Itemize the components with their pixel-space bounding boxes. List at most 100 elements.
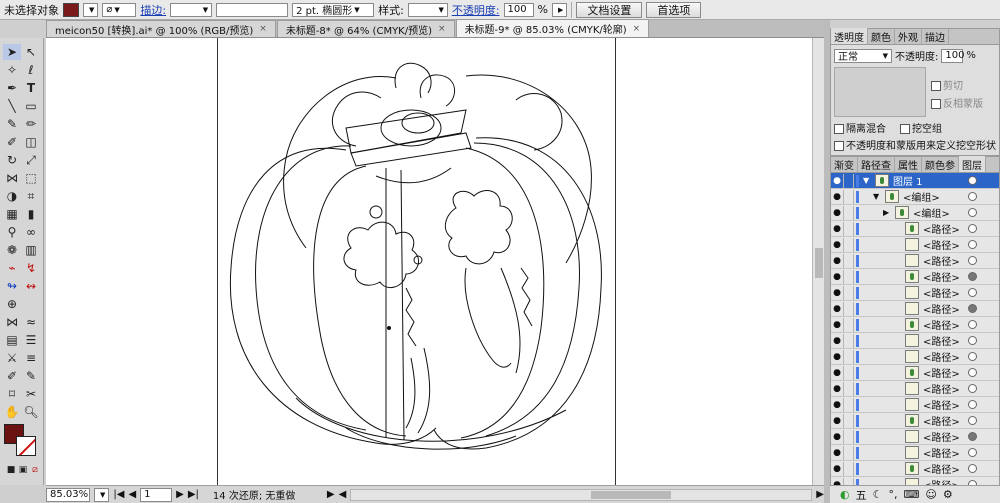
envelope-tool-icon[interactable]: ⋈: [3, 314, 21, 330]
path-row[interactable]: ● <路径>: [831, 461, 999, 477]
disclosure-triangle-icon[interactable]: ▼: [863, 176, 871, 185]
scissors-tool-icon[interactable]: ✂: [22, 386, 40, 402]
tab-pathfinder[interactable]: 路径查: [858, 157, 895, 172]
visibility-eye-icon[interactable]: ●: [831, 240, 843, 250]
eraser-tool-icon[interactable]: ◫: [22, 134, 40, 150]
visibility-eye-icon[interactable]: ●: [831, 400, 843, 410]
zoom-field[interactable]: 85.03%: [46, 487, 90, 502]
stroke-link[interactable]: 描边:: [140, 2, 166, 18]
status-arrow-icon[interactable]: ▶: [327, 489, 335, 500]
rotate-tool-icon[interactable]: ↻: [3, 152, 21, 168]
lock-toggle[interactable]: [843, 269, 854, 284]
tab-color-guide[interactable]: 颜色参: [922, 157, 959, 172]
lock-toggle[interactable]: [843, 173, 854, 188]
tab-color[interactable]: 颜色: [868, 29, 895, 44]
crop-tool-icon[interactable]: ⌑: [3, 386, 21, 402]
disclosure-triangle-icon[interactable]: ▶: [883, 208, 891, 217]
hand-tool-icon[interactable]: ↬: [3, 278, 21, 294]
isolate-blend-checkbox[interactable]: [834, 124, 844, 134]
visibility-eye-icon[interactable]: ●: [831, 288, 843, 298]
visibility-eye-icon[interactable]: ●: [831, 176, 843, 186]
path-row[interactable]: ● <路径>: [831, 285, 999, 301]
tab-meicon50[interactable]: meicon50 [转换].ai* @ 100% (RGB/预览) ×: [46, 20, 276, 37]
style-dropdown[interactable]: ▼: [407, 2, 448, 17]
knockout-group-option[interactable]: 挖空组: [900, 120, 942, 135]
path-row[interactable]: ● <路径>: [831, 349, 999, 365]
document-canvas[interactable]: [46, 38, 824, 485]
opacity-arrow[interactable]: ▶: [552, 2, 568, 17]
layer-row[interactable]: ● ▼ 图层 1: [831, 173, 999, 189]
target-circle-icon[interactable]: [968, 240, 977, 249]
target-circle-icon[interactable]: [968, 176, 977, 185]
lock-toggle[interactable]: [843, 413, 854, 428]
lock-toggle[interactable]: [843, 429, 854, 444]
path-row[interactable]: ● <路径>: [831, 237, 999, 253]
shape-builder-tool-icon[interactable]: ◑: [3, 188, 21, 204]
path-row[interactable]: ● <路径>: [831, 301, 999, 317]
target-circle-icon[interactable]: [968, 208, 977, 217]
target-circle-icon[interactable]: [968, 288, 977, 297]
crosshair-tool-icon[interactable]: ⊕: [3, 296, 21, 312]
moon-icon[interactable]: ☾: [873, 488, 883, 501]
slice-tool-icon[interactable]: ↯: [22, 260, 40, 276]
mesh-tool-icon[interactable]: ▦: [3, 206, 21, 222]
invert-mask-option[interactable]: 反相蒙版: [931, 95, 983, 110]
perspective-grid-tool-icon[interactable]: ⌗: [22, 188, 40, 204]
variable-width-dropdown[interactable]: [216, 2, 289, 17]
visibility-eye-icon[interactable]: ●: [831, 416, 843, 426]
clip-checkbox[interactable]: [931, 81, 941, 91]
visibility-eye-icon[interactable]: ●: [831, 192, 843, 202]
tab-gradient[interactable]: 渐变: [831, 157, 858, 172]
pepper-outline-artwork[interactable]: [46, 38, 824, 485]
chart-tool-icon[interactable]: ▤: [3, 332, 21, 348]
direct-selection-tool-icon[interactable]: ↖: [22, 44, 40, 60]
target-circle-icon[interactable]: [968, 352, 977, 361]
target-circle-icon[interactable]: [968, 384, 977, 393]
stroke-weight-field[interactable]: ▼: [170, 2, 213, 17]
invert-mask-checkbox[interactable]: [931, 99, 941, 109]
last-artboard-icon[interactable]: ▶|: [188, 489, 199, 500]
brush-dropdown[interactable]: 2 pt. 椭圆形 ▼: [292, 2, 375, 17]
list-tool-icon[interactable]: ☰: [22, 332, 40, 348]
visibility-eye-icon[interactable]: ●: [831, 320, 843, 330]
path-row[interactable]: ● <路径>: [831, 365, 999, 381]
rectangle-tool-icon[interactable]: ▭: [22, 98, 40, 114]
width-tool-icon[interactable]: ⋈: [3, 170, 21, 186]
path-row[interactable]: ● <路径>: [831, 413, 999, 429]
magic-wand-tool-icon[interactable]: ✧: [3, 62, 21, 78]
selection-tool-icon[interactable]: ➤: [3, 44, 21, 60]
target-circle-icon[interactable]: [968, 464, 977, 473]
visibility-eye-icon[interactable]: ●: [831, 432, 843, 442]
tab-stroke[interactable]: 描边: [922, 29, 949, 44]
pen-tool-icon[interactable]: ✒: [3, 80, 21, 96]
fill-color-swatch[interactable]: [63, 2, 79, 17]
column-graph-tool-icon[interactable]: ▥: [22, 242, 40, 258]
path-row[interactable]: ● <路径>: [831, 381, 999, 397]
lock-toggle[interactable]: [843, 397, 854, 412]
line-tool-icon[interactable]: ╲: [3, 98, 21, 114]
path-row[interactable]: ● <路径>: [831, 269, 999, 285]
lock-toggle[interactable]: [843, 285, 854, 300]
panel-opacity-field[interactable]: 100: [941, 48, 964, 63]
visibility-eye-icon[interactable]: ●: [831, 384, 843, 394]
artboard-tool-icon[interactable]: ⌁: [3, 260, 21, 276]
clip-option[interactable]: 剪切: [931, 77, 963, 92]
gradient-tool-icon[interactable]: ▮: [22, 206, 40, 222]
free-transform-tool-icon[interactable]: ⬚: [22, 170, 40, 186]
pencil-tool-icon[interactable]: ✏: [22, 116, 40, 132]
brush-sample-icon[interactable]: ✐: [3, 368, 21, 384]
none-mode-icon[interactable]: ⧄: [26, 462, 44, 478]
horizontal-scrollbar[interactable]: [350, 488, 813, 501]
zoom-glass-tool-icon[interactable]: 🔍︎: [22, 404, 40, 420]
stroke-swatch[interactable]: [16, 436, 36, 456]
knife-tool-icon[interactable]: ⚔: [3, 350, 21, 366]
paintbrush-tool-icon[interactable]: ✎: [3, 116, 21, 132]
close-icon[interactable]: ×: [438, 24, 446, 34]
lock-toggle[interactable]: [843, 477, 854, 485]
opacity-field[interactable]: 100: [503, 2, 534, 17]
visibility-eye-icon[interactable]: ●: [831, 464, 843, 474]
next-artboard-icon[interactable]: ▶: [176, 489, 184, 500]
close-icon[interactable]: ×: [259, 24, 267, 34]
path-row[interactable]: ● <路径>: [831, 397, 999, 413]
opacity-link[interactable]: 不透明度:: [452, 2, 500, 18]
